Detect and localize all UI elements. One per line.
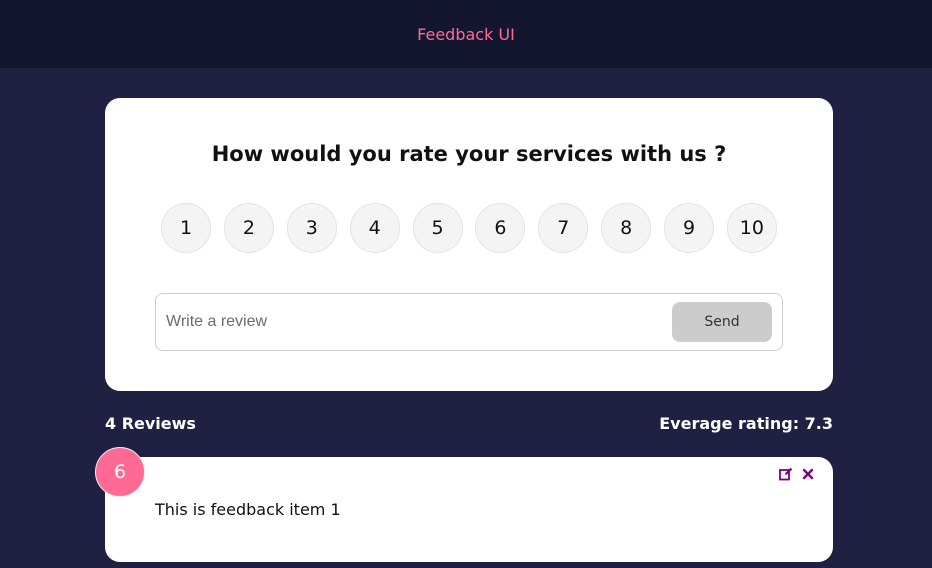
rating-option-7[interactable]: 7 [538,203,589,253]
send-button[interactable]: Send [672,302,772,342]
review-input[interactable] [166,313,672,331]
edit-icon[interactable] [779,467,793,481]
rating-form-card: How would you rate your services with us… [105,98,833,391]
feedback-rating-badge: 6 [95,447,145,497]
rating-option-9[interactable]: 9 [664,203,714,253]
close-icon[interactable] [801,467,815,481]
rating-option-2[interactable]: 2 [223,203,274,253]
rating-option-4[interactable]: 4 [349,203,400,253]
review-input-group: Send [155,293,783,351]
feedback-text: This is feedback item 1 [155,500,341,519]
rating-option-3[interactable]: 3 [286,203,337,253]
header: Feedback UI [0,0,932,68]
rating-option-5[interactable]: 5 [412,203,463,253]
rating-option-1[interactable]: 1 [161,203,211,253]
average-rating: Everage rating: 7.3 [659,414,833,433]
rating-option-10[interactable]: 10 [726,203,777,253]
rating-option-8[interactable]: 8 [601,203,652,253]
review-count: 4 Reviews [105,414,196,433]
rating-question: How would you rate your services with us… [211,142,727,166]
rating-options: 1 2 3 4 5 6 7 8 9 10 [161,203,777,253]
feedback-item-card: This is feedback item 1 [105,457,833,562]
app-title: Feedback UI [417,24,515,44]
rating-option-6[interactable]: 6 [475,203,526,253]
